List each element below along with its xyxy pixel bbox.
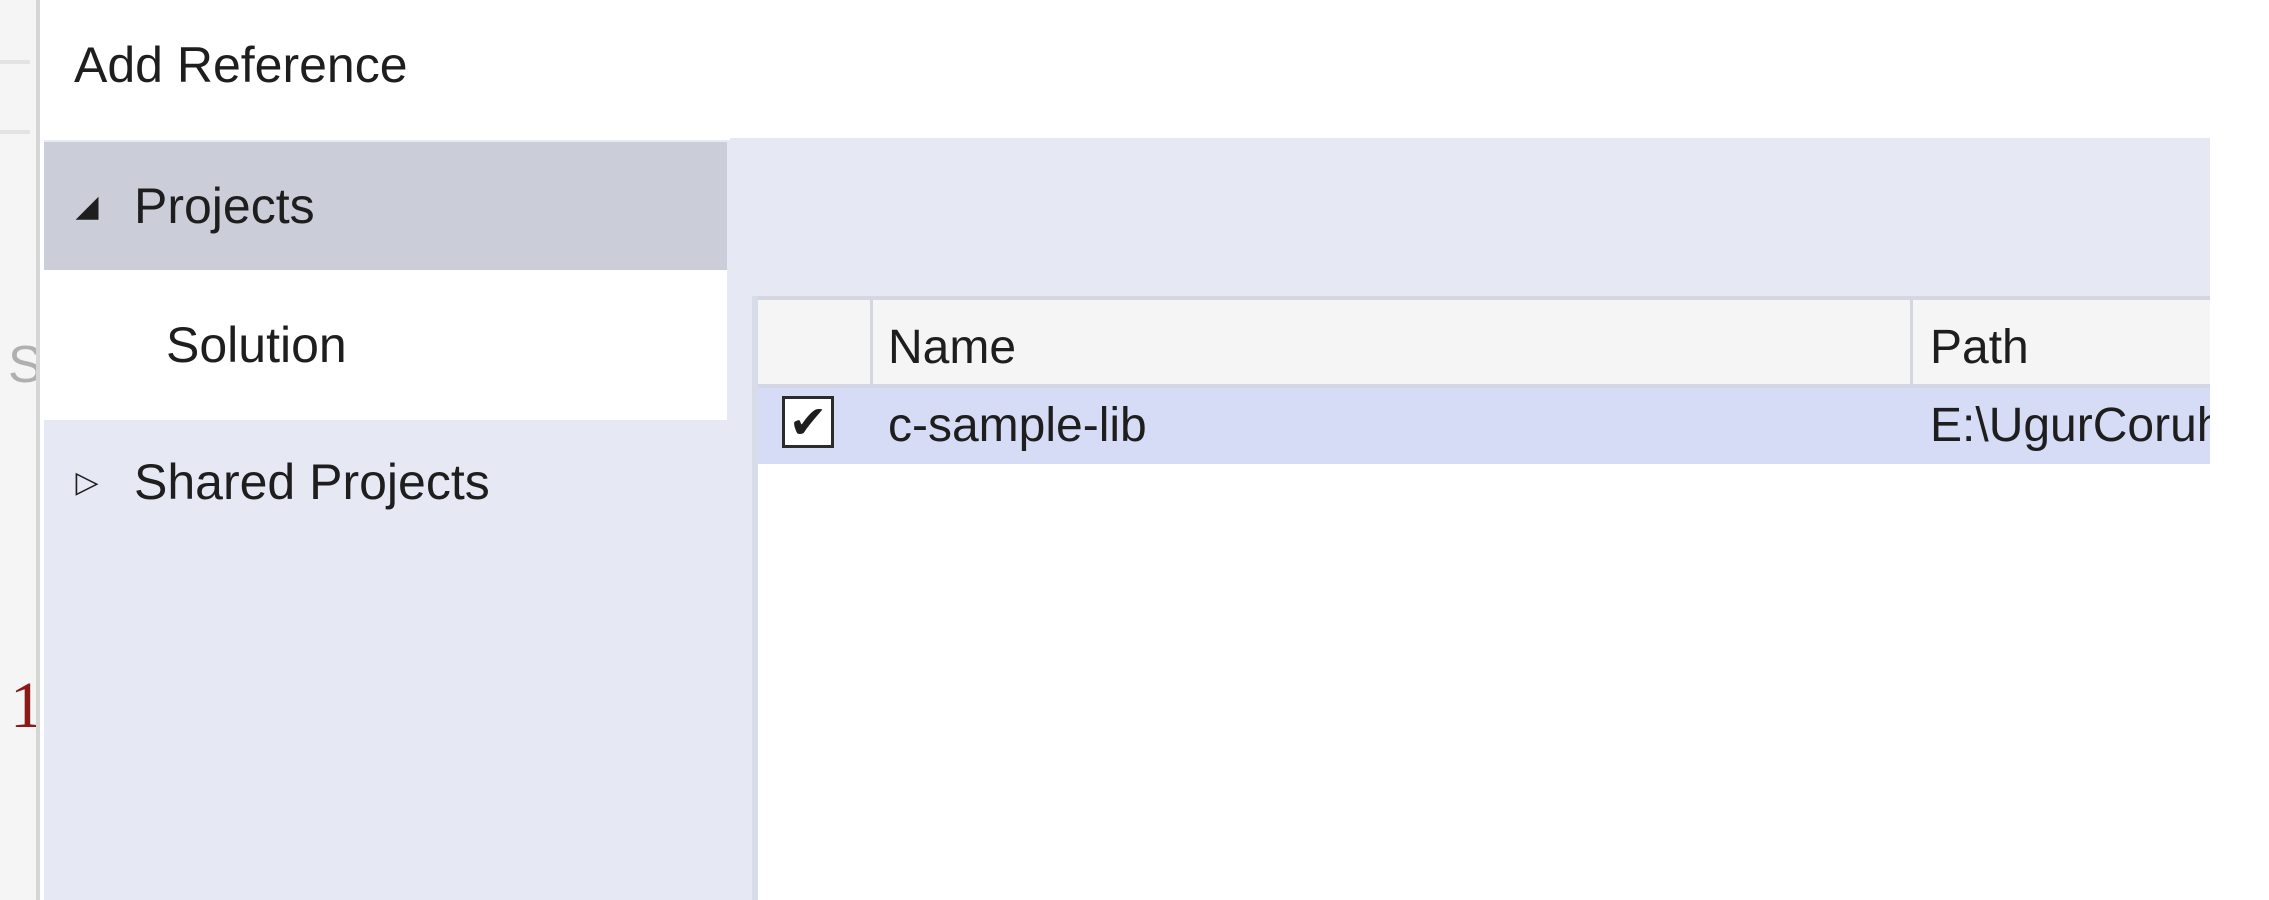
reference-grid: Name Path ✔ c-sample-lib E:\UgurCoruh\ [752, 296, 2256, 900]
editor-line [0, 130, 30, 134]
column-header-path[interactable]: Path [1930, 320, 2029, 375]
background-editor: S 1 [0, 0, 43, 900]
reference-list-pane: Name Path ✔ c-sample-lib E:\UgurCoruh\ [730, 138, 2256, 900]
tree-item-label: Shared Projects [134, 454, 490, 510]
category-tree: ◢ Projects Solution ▷ Shared Projects [44, 140, 751, 900]
editor-line [0, 60, 30, 64]
tree-item-projects[interactable]: ◢ Projects [44, 142, 727, 270]
row-path: E:\UgurCoruh\ [1930, 399, 2237, 452]
grid-header: Name Path [758, 296, 2256, 388]
tree-item-label: Projects [134, 178, 315, 234]
table-row[interactable]: ✔ c-sample-lib E:\UgurCoruh\ [758, 388, 2256, 464]
column-separator[interactable] [870, 300, 873, 384]
tree-item-label: Solution [166, 317, 347, 373]
add-reference-dialog: Add Reference ◢ Projects Solution ▷ Shar… [40, 0, 2269, 900]
row-name: c-sample-lib [888, 399, 1147, 452]
dialog-title: Add Reference [74, 37, 408, 93]
tree-item-solution[interactable]: Solution [44, 270, 727, 420]
tree-item-shared-projects[interactable]: ▷ Shared Projects [44, 422, 727, 542]
triangle-expanded-icon[interactable]: ◢ [72, 189, 102, 224]
column-header-name[interactable]: Name [888, 320, 1016, 375]
dialog-right-edge [2210, 138, 2269, 900]
column-separator[interactable] [1910, 300, 1913, 384]
triangle-collapsed-icon[interactable]: ▷ [72, 465, 102, 500]
row-checkbox[interactable]: ✔ [782, 396, 834, 448]
